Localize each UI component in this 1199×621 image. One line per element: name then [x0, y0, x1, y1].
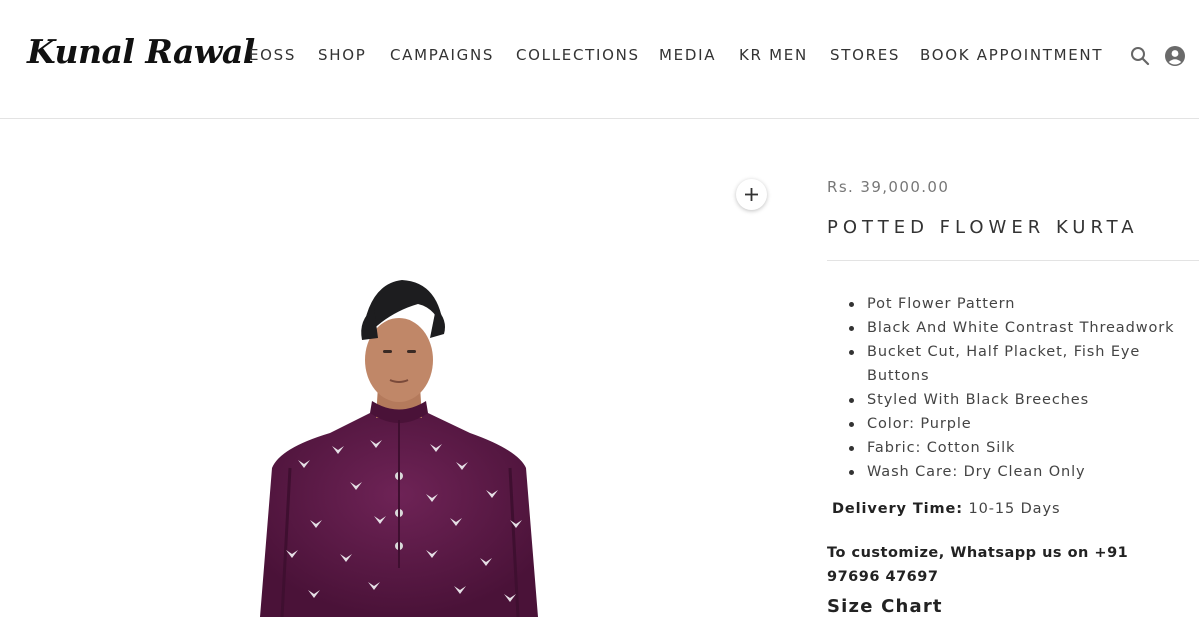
- nav-collections[interactable]: COLLECTIONS: [516, 46, 640, 64]
- feature-item: Color: Purple: [849, 412, 1197, 436]
- nav-campaigns[interactable]: CAMPAIGNS: [390, 46, 494, 64]
- feature-item: Styled With Black Breeches: [849, 388, 1197, 412]
- feature-item: Black And White Contrast Threadwork: [849, 316, 1197, 340]
- feature-item: Bucket Cut, Half Placket, Fish Eye Butto…: [849, 340, 1197, 388]
- zoom-button[interactable]: [736, 179, 767, 210]
- delivery-time: Delivery Time: 10-15 Days: [832, 501, 1060, 517]
- size-chart-link[interactable]: Size Chart: [827, 596, 943, 617]
- nav-eoss[interactable]: EOSS: [249, 46, 296, 64]
- site-header: Kunal Rawal EOSS SHOP CAMPAIGNS COLLECTI…: [0, 0, 1199, 119]
- customize-note: To customize, Whatsapp us on +91 97696 4…: [827, 545, 1129, 585]
- divider: [827, 260, 1199, 261]
- feature-item: Fabric: Cotton Silk: [849, 436, 1197, 460]
- delivery-label: Delivery Time:: [832, 501, 963, 517]
- nav-book-appointment[interactable]: BOOK APPOINTMENT: [920, 46, 1103, 64]
- feature-list: Pot Flower Pattern Black And White Contr…: [849, 292, 1197, 484]
- product-price: Rs. 39,000.00: [827, 178, 950, 196]
- brand-logo[interactable]: Kunal Rawal: [27, 32, 255, 71]
- nav-kr-men[interactable]: KR MEN: [739, 46, 808, 64]
- delivery-value: 10-15 Days: [968, 501, 1061, 517]
- feature-item: Pot Flower Pattern: [849, 292, 1197, 316]
- search-icon[interactable]: [1129, 45, 1151, 67]
- feature-item: Wash Care: Dry Clean Only: [849, 460, 1197, 484]
- plus-icon: [745, 188, 758, 201]
- product-image[interactable]: [250, 268, 550, 618]
- nav-stores[interactable]: STORES: [830, 46, 900, 64]
- product-title: POTTED FLOWER KURTA: [827, 217, 1139, 238]
- account-icon[interactable]: [1164, 45, 1186, 67]
- nav-media[interactable]: MEDIA: [659, 46, 716, 64]
- nav-shop[interactable]: SHOP: [318, 46, 366, 64]
